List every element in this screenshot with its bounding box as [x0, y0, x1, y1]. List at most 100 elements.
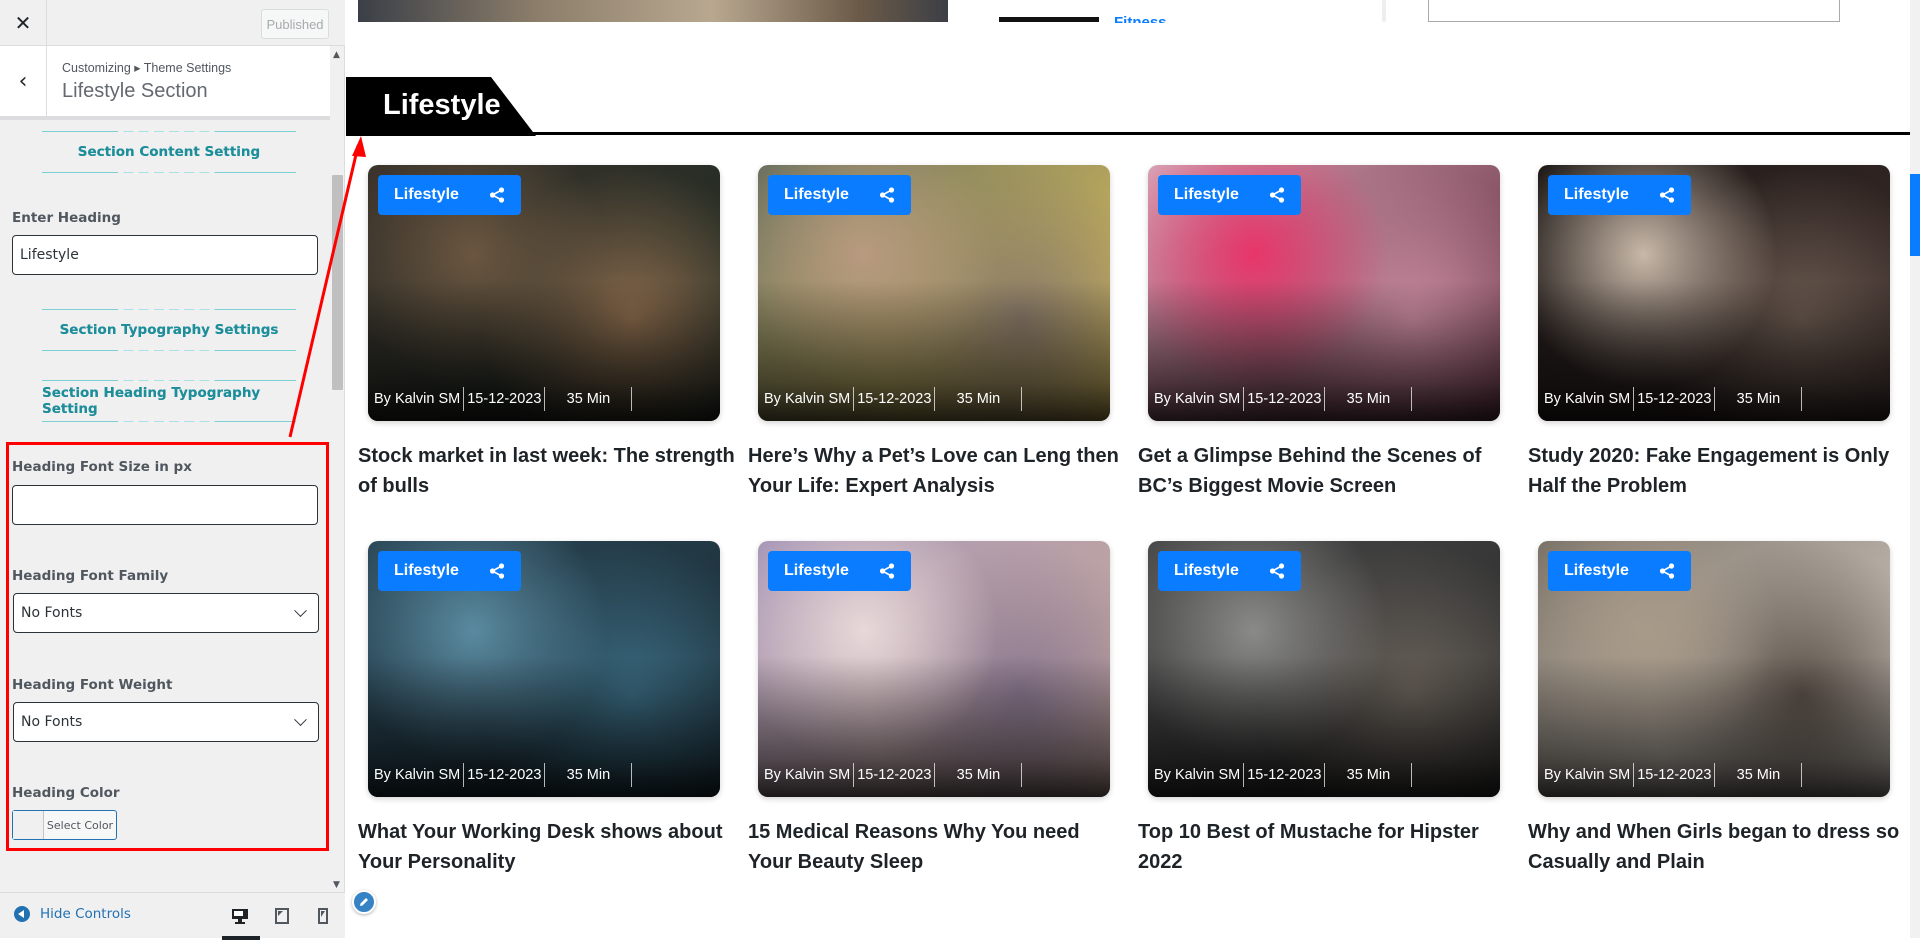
post-author[interactable]: By Kalvin SM — [1151, 767, 1243, 783]
post-read-time: 35 Min — [566, 767, 611, 783]
back-button[interactable]: ‹ — [0, 46, 47, 116]
post-author[interactable]: By Kalvin SM — [1541, 767, 1633, 783]
post-date: 15-12-2023 — [467, 391, 542, 407]
post-read-time: 35 Min — [956, 767, 1001, 783]
sidebar-widget-box — [1428, 0, 1840, 22]
section-heading-underline — [346, 132, 1910, 135]
post-title-link[interactable]: Top 10 Best of Mustache for Hipster 2022 — [1138, 817, 1518, 877]
post-title-link[interactable]: Why and When Girls began to dress so Cas… — [1528, 817, 1908, 877]
share-icon[interactable] — [879, 563, 895, 579]
enter-heading-label: Enter Heading — [12, 210, 121, 226]
category-badge[interactable]: Lifestyle — [1548, 551, 1691, 591]
share-icon[interactable] — [1659, 563, 1675, 579]
heading-font-weight-select[interactable]: No Fonts — [13, 702, 319, 742]
post-card-image[interactable]: Lifestyle By Kalvin SM 15-12-2023 35 Min — [1148, 165, 1500, 421]
sidebar-post-thumbnail[interactable] — [999, 17, 1099, 22]
post-card-image[interactable]: Lifestyle By Kalvin SM 15-12-2023 35 Min — [758, 541, 1110, 797]
scroll-down-arrow-icon[interactable]: ▼ — [333, 880, 340, 890]
mobile-icon — [318, 908, 328, 924]
share-icon[interactable] — [1269, 563, 1285, 579]
panel-title: Lifestyle Section — [62, 80, 208, 102]
meta-divider — [1411, 387, 1413, 411]
share-icon[interactable] — [489, 563, 505, 579]
meta-divider — [1801, 763, 1803, 787]
post-title-link[interactable]: What Your Working Desk shows about Your … — [358, 817, 738, 877]
post-author[interactable]: By Kalvin SM — [371, 391, 463, 407]
share-icon[interactable] — [489, 187, 505, 203]
post-read-time: 35 Min — [1346, 767, 1391, 783]
share-icon[interactable] — [879, 187, 895, 203]
post-title-link[interactable]: Stock market in last week: The strength … — [358, 441, 738, 501]
category-label: Lifestyle — [1564, 562, 1629, 579]
edit-shortcut-button[interactable] — [352, 890, 376, 914]
pencil-icon — [360, 898, 368, 906]
meta-divider — [631, 763, 633, 787]
post-card-image[interactable]: Lifestyle By Kalvin SM 15-12-2023 35 Min — [368, 541, 720, 797]
preview-mobile-button[interactable] — [312, 905, 334, 927]
post-card: Lifestyle By Kalvin SM 15-12-2023 35 Min… — [1138, 165, 1500, 501]
category-badge[interactable]: Lifestyle — [1158, 175, 1301, 215]
post-author[interactable]: By Kalvin SM — [761, 391, 853, 407]
post-read-time: 35 Min — [1736, 391, 1781, 407]
post-title-link[interactable]: Here’s Why a Pet’s Love can Leng then Yo… — [748, 441, 1128, 501]
heading-font-family-label: Heading Font Family — [12, 568, 169, 584]
post-date: 15-12-2023 — [1637, 767, 1712, 783]
category-label: Lifestyle — [784, 562, 849, 579]
fitness-category-link[interactable]: Fitness — [1114, 12, 1167, 23]
enter-heading-input[interactable]: Lifestyle — [12, 235, 318, 275]
post-title-link[interactable]: Study 2020: Fake Engagement is Only Half… — [1528, 441, 1908, 501]
meta-divider — [1021, 763, 1023, 787]
hide-controls-button[interactable]: Hide Controls — [14, 906, 131, 922]
category-badge[interactable]: Lifestyle — [378, 551, 521, 591]
post-card-image[interactable]: Lifestyle By Kalvin SM 15-12-2023 35 Min — [1148, 541, 1500, 797]
category-badge[interactable]: Lifestyle — [378, 175, 521, 215]
post-card-image[interactable]: Lifestyle By Kalvin SM 15-12-2023 35 Min — [1538, 541, 1890, 797]
post-meta: By Kalvin SM 15-12-2023 35 Min — [1541, 387, 1803, 411]
category-badge[interactable]: Lifestyle — [1158, 551, 1301, 591]
customizer-sidebar: ✕ Published ‹ Customizing ▸ Theme Settin… — [0, 0, 345, 940]
post-card-image[interactable]: Lifestyle By Kalvin SM 15-12-2023 35 Min — [1538, 165, 1890, 421]
post-title-link[interactable]: Get a Glimpse Behind the Scenes of BC’s … — [1138, 441, 1518, 501]
post-author[interactable]: By Kalvin SM — [1541, 391, 1633, 407]
post-date: 15-12-2023 — [1637, 391, 1712, 407]
featured-post-image[interactable] — [358, 0, 948, 22]
share-icon[interactable] — [1269, 187, 1285, 203]
heading-font-family-select[interactable]: No Fonts — [13, 593, 319, 633]
preview-desktop-button[interactable] — [222, 905, 260, 940]
preview-scrollbar-thumb[interactable] — [1910, 174, 1920, 256]
heading-font-size-input[interactable] — [12, 485, 318, 525]
post-date: 15-12-2023 — [1247, 767, 1322, 783]
post-date: 15-12-2023 — [857, 391, 932, 407]
category-badge[interactable]: Lifestyle — [768, 551, 911, 591]
post-author[interactable]: By Kalvin SM — [371, 767, 463, 783]
sidebar-scrollbar-thumb[interactable] — [332, 175, 343, 390]
category-badge[interactable]: Lifestyle — [768, 175, 911, 215]
category-label: Lifestyle — [1174, 562, 1239, 579]
post-author[interactable]: By Kalvin SM — [761, 767, 853, 783]
post-card-image[interactable]: Lifestyle By Kalvin SM 15-12-2023 35 Min — [758, 165, 1110, 421]
post-author[interactable]: By Kalvin SM — [1151, 391, 1243, 407]
chevron-down-icon — [294, 712, 307, 726]
category-label: Lifestyle — [784, 186, 849, 203]
scroll-up-arrow-icon[interactable]: ▲ — [333, 50, 340, 60]
published-button[interactable]: Published — [261, 9, 329, 39]
preview-scrollbar[interactable] — [1910, 0, 1920, 938]
heading-font-family-value: No Fonts — [21, 605, 83, 621]
post-title-link[interactable]: 15 Medical Reasons Why You need Your Bea… — [748, 817, 1128, 877]
chevron-down-icon — [294, 603, 307, 617]
meta-divider — [1411, 763, 1413, 787]
post-card: Lifestyle By Kalvin SM 15-12-2023 35 Min… — [1528, 541, 1899, 877]
post-read-time: 35 Min — [1736, 767, 1781, 783]
desktop-icon — [232, 909, 248, 924]
preview-tablet-button[interactable] — [271, 905, 293, 927]
post-card: Lifestyle By Kalvin SM 15-12-2023 35 Min… — [1138, 541, 1500, 877]
close-customizer-button[interactable]: ✕ — [0, 0, 47, 46]
section-heading-typography-heading: Section Heading Typography Setting — [42, 380, 296, 422]
post-read-time: 35 Min — [566, 391, 611, 407]
post-card-image[interactable]: Lifestyle By Kalvin SM 15-12-2023 35 Min — [368, 165, 720, 421]
heading-color-picker[interactable]: Select Color — [12, 810, 117, 840]
section-typography-settings-heading: Section Typography Settings — [42, 309, 296, 351]
category-badge[interactable]: Lifestyle — [1548, 175, 1691, 215]
meta-divider — [631, 387, 633, 411]
share-icon[interactable] — [1659, 187, 1675, 203]
